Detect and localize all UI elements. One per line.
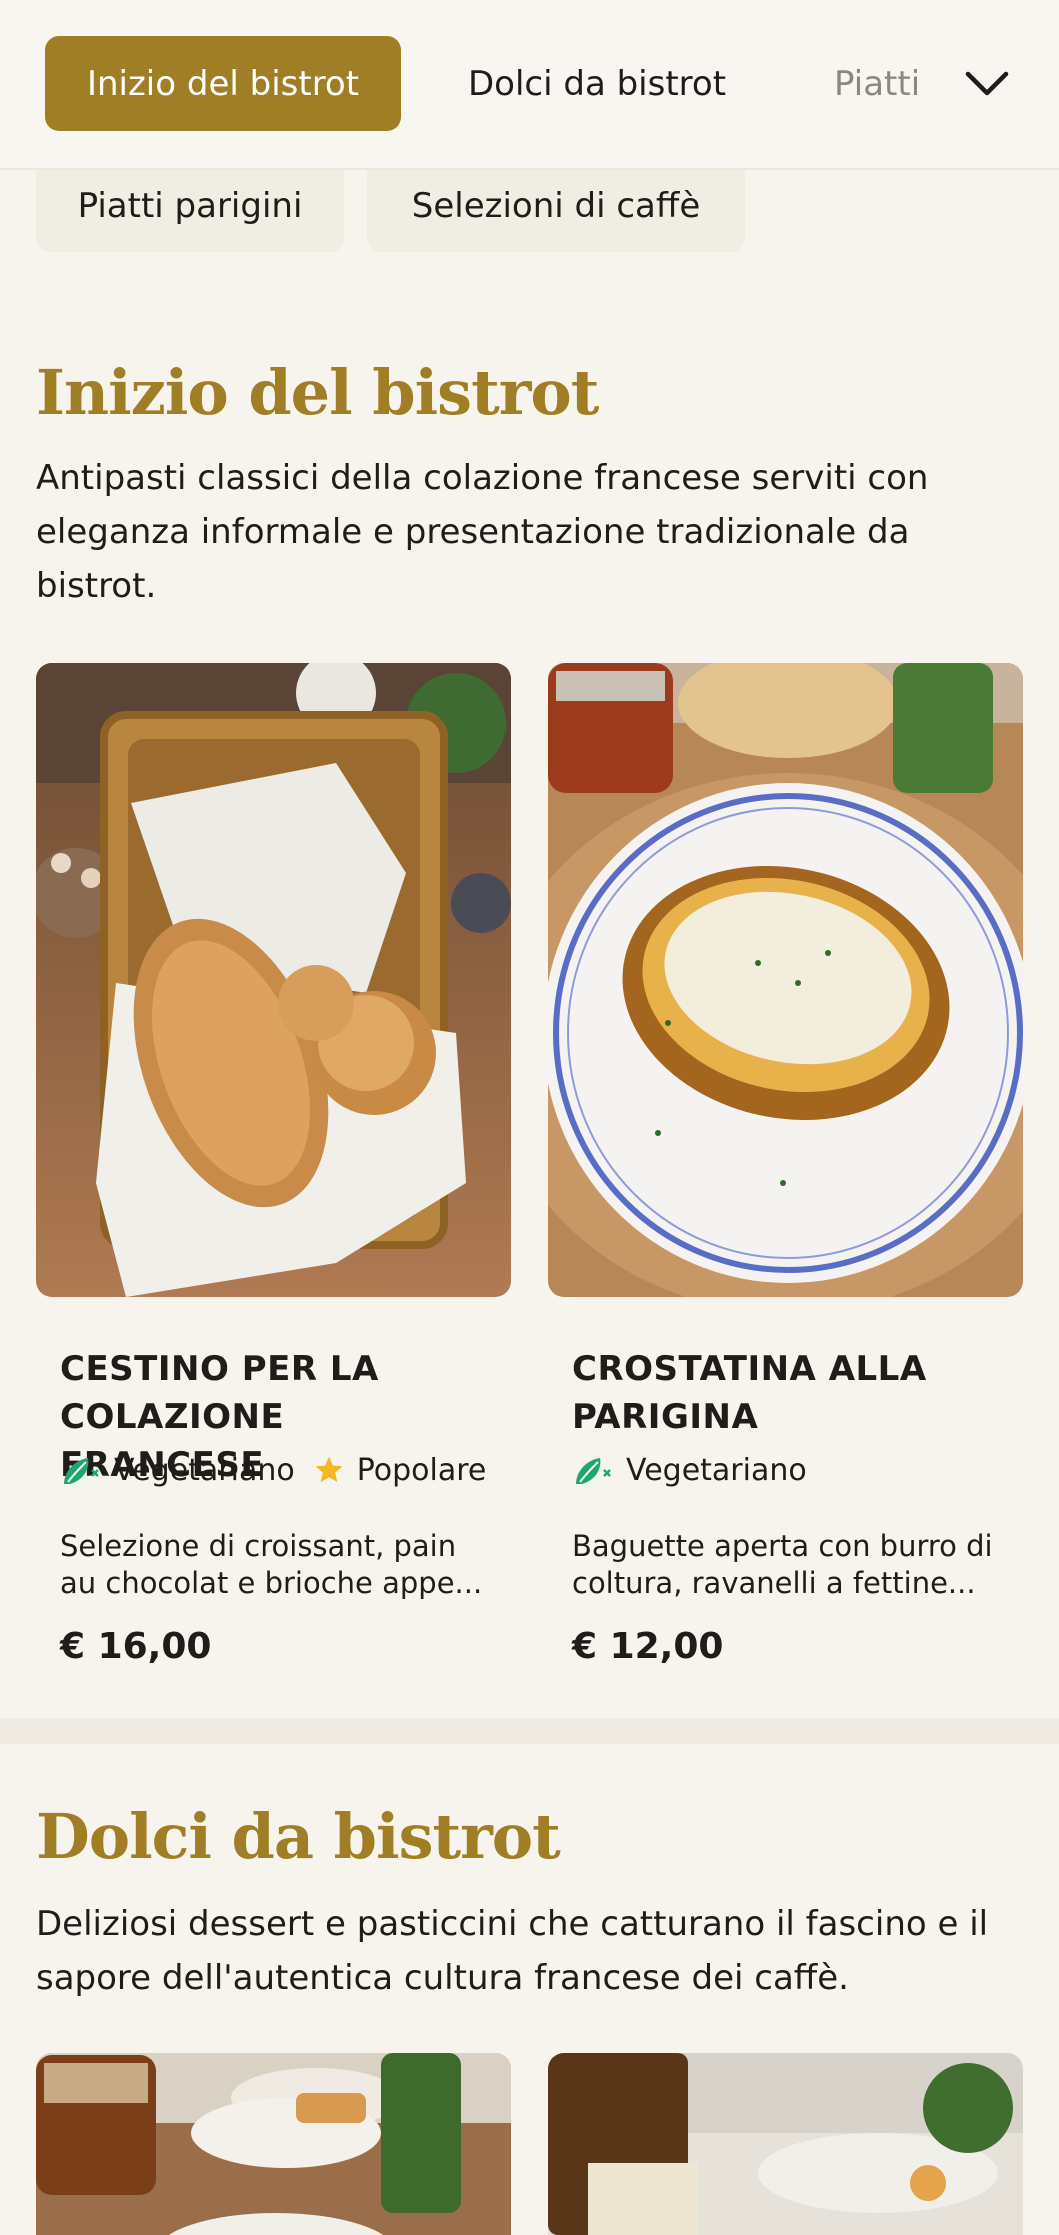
vegetarian-icon	[576, 1458, 611, 1484]
star-icon	[315, 1456, 343, 1482]
bottle-photo[interactable]	[548, 2053, 1023, 2235]
more-categories-button[interactable]	[950, 58, 1024, 110]
tag-vegetariano: Vegetariano	[60, 1452, 295, 1488]
section-description-dolci: Deliziosi dessert e pasticcini che cattu…	[36, 1904, 989, 1998]
bread-basket-photo[interactable]	[36, 663, 511, 1297]
section-title-dolci: Dolci da bistrot	[36, 1800, 561, 1873]
tag-vegetariano: Vegetariano	[572, 1452, 807, 1488]
tag-popolare-label: Popolare	[356, 1452, 487, 1488]
tab-dolci-da-bistrot[interactable]: Dolci da bistrot	[468, 36, 726, 131]
item-tags-crostatina: Vegetariano	[572, 1452, 825, 1488]
dessert-table-photo[interactable]	[36, 2053, 511, 2235]
section-description-inizio: Antipasti classici della colazione franc…	[36, 458, 929, 606]
section-title-inizio: Inizio del bistrot	[36, 356, 599, 429]
section-divider	[0, 1718, 1059, 1744]
item-description-crostatina: Baguette aperta con burro di coltura, ra…	[572, 1529, 993, 1600]
item-description-cestino: Selezione di croissant, pain au chocolat…	[60, 1529, 483, 1600]
vegetarian-icon	[64, 1458, 99, 1484]
item-price-cestino: € 16,00	[60, 1626, 212, 1667]
item-price-crostatina: € 12,00	[572, 1626, 724, 1667]
tag-vegetariano-label: Vegetariano	[114, 1452, 295, 1488]
toast-plate-photo[interactable]	[548, 663, 1023, 1297]
tag-popolare: Popolare	[313, 1452, 487, 1488]
chevron-down-icon	[965, 71, 1009, 96]
tab-piatti-parigini[interactable]: Piatti parigini	[834, 36, 934, 131]
tab-piatti-label: Piatti parigini	[834, 64, 934, 104]
category-tab-bar: Inizio del bistrot Dolci da bistrot Piat…	[0, 0, 1059, 170]
tag-vegetariano-label: Vegetariano	[626, 1452, 807, 1488]
item-title-crostatina: CROSTATINA ALLA PARIGINA	[572, 1349, 927, 1437]
tab-inizio-del-bistrot[interactable]: Inizio del bistrot	[45, 36, 401, 131]
item-tags-cestino: Vegetariano Popolare	[60, 1452, 504, 1488]
